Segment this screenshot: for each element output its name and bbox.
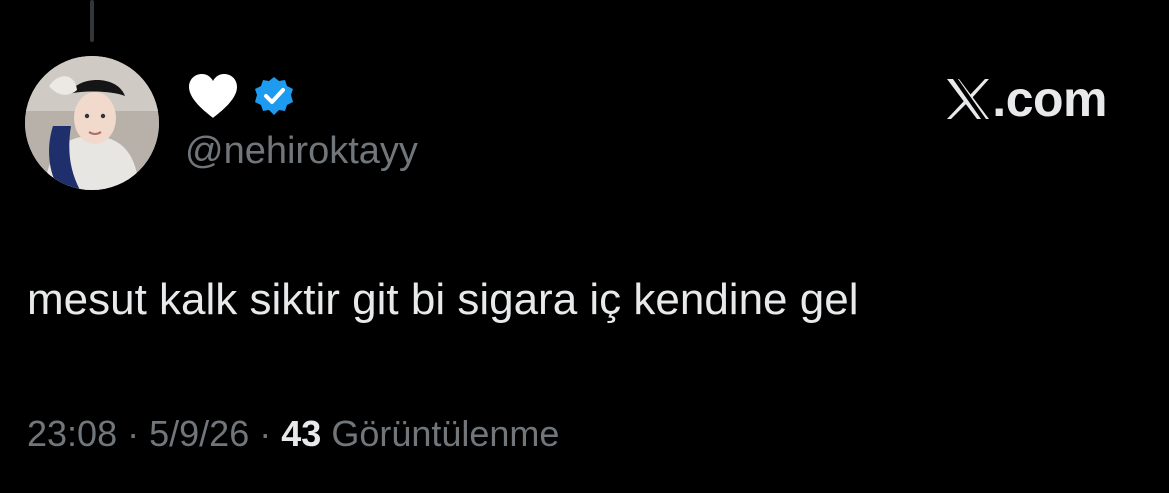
- verified-badge-icon: [254, 76, 294, 116]
- white-heart-icon: [186, 72, 240, 120]
- thread-connector-line: [90, 0, 94, 42]
- tweet-text: mesut kalk siktir git bi sigara iç kendi…: [27, 275, 859, 324]
- x-logo-icon: [945, 77, 991, 121]
- tweet-metadata: 23:08 · 5/9/26 · 43 Görüntülenme: [27, 411, 559, 457]
- x-com-watermark: .com: [945, 72, 1107, 126]
- tweet-date[interactable]: 5/9/26: [149, 413, 249, 454]
- meta-separator: ·: [259, 413, 272, 454]
- tweet-time[interactable]: 23:08: [27, 413, 117, 454]
- author-name-row[interactable]: [186, 70, 294, 122]
- avatar-image: [25, 56, 159, 190]
- author-handle[interactable]: @nehiroktayy: [185, 128, 418, 174]
- views-label: Görüntülenme: [331, 413, 560, 454]
- meta-separator: ·: [127, 413, 140, 454]
- brand-domain-text: .com: [992, 71, 1107, 127]
- views-count[interactable]: 43: [281, 413, 321, 454]
- avatar[interactable]: [25, 56, 159, 190]
